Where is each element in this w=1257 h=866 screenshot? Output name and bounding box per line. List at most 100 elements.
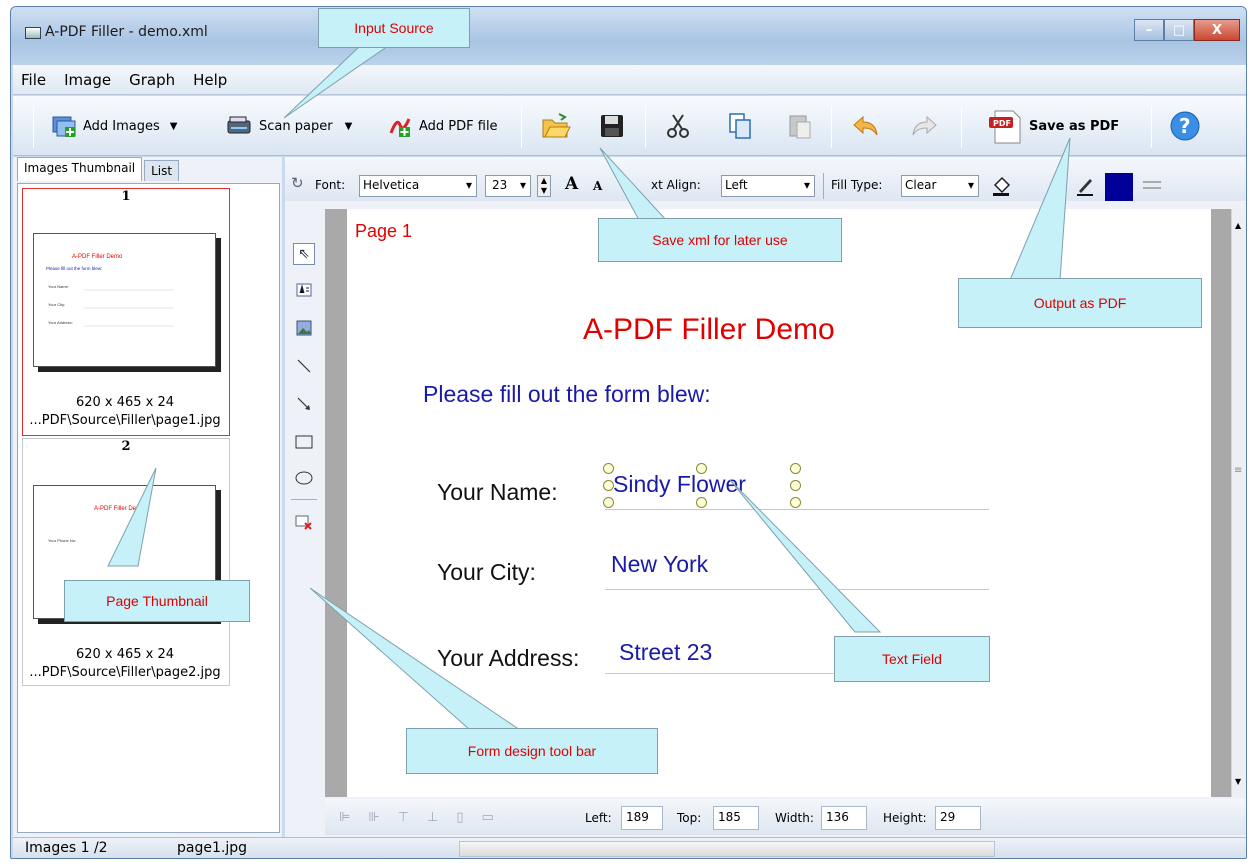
scroll-down-icon[interactable]: ▼ [1235, 777, 1241, 786]
city-field-underline [605, 589, 989, 590]
select-pointer-tool[interactable]: ⇖ [293, 243, 315, 265]
cut-button[interactable] [665, 96, 691, 156]
resize-handle[interactable] [696, 463, 707, 474]
name-text-field[interactable]: Sindy Flower [613, 471, 746, 498]
help-button[interactable]: ? [1169, 96, 1201, 156]
copy-button[interactable] [727, 96, 753, 156]
page-label: Page 1 [355, 221, 413, 241]
svg-text:Your Name:: Your Name: [48, 284, 69, 289]
scroll-up-icon[interactable]: ▲ [1235, 221, 1241, 230]
close-button[interactable]: X [1194, 19, 1240, 41]
scanner-icon [227, 116, 251, 134]
rectangle-tool[interactable] [293, 431, 315, 453]
delete-tool[interactable] [293, 511, 315, 533]
redo-button[interactable] [909, 96, 939, 156]
page-instruction: Please fill out the form blew: [423, 381, 711, 407]
scroll-grip-icon[interactable]: ≡ [1234, 465, 1242, 476]
font-label: Font: [315, 178, 346, 192]
line-style-icon[interactable] [1143, 181, 1161, 189]
resize-handle[interactable] [696, 497, 707, 508]
rotate-icon[interactable]: ↻ [291, 174, 304, 192]
svg-text:Your Address:: Your Address: [48, 320, 73, 325]
width-label: Width: [775, 811, 814, 825]
scan-paper-dropdown-icon[interactable]: ▼ [345, 121, 353, 132]
callout-page-thumbnail: Page Thumbnail [64, 580, 250, 622]
svg-text:PDF: PDF [993, 119, 1011, 128]
align-top-icon[interactable]: ⊤ [398, 810, 409, 825]
text-align-select[interactable]: Left [721, 175, 815, 197]
resize-handle[interactable] [790, 463, 801, 474]
left-input[interactable]: 189 [621, 806, 663, 830]
page-title: A-PDF Filler Demo [583, 313, 835, 346]
menu-help[interactable]: Help [191, 69, 229, 91]
thumbnail-number: 1 [121, 189, 131, 204]
menu-graph[interactable]: Graph [127, 69, 177, 91]
menu-image[interactable]: Image [62, 69, 113, 91]
city-text-field[interactable]: New York [611, 551, 708, 578]
add-images-dropdown-icon[interactable]: ▼ [170, 121, 178, 132]
maximize-button[interactable]: □ [1164, 19, 1194, 41]
save-button[interactable] [599, 96, 625, 156]
help-icon: ? [1170, 111, 1200, 141]
same-width-icon[interactable]: ▭ [481, 810, 493, 825]
menu-file[interactable]: File [19, 69, 48, 91]
undo-icon [853, 115, 878, 136]
tool-separator [291, 499, 317, 500]
tab-images-thumbnail[interactable]: Images Thumbnail [17, 157, 143, 181]
app-icon [25, 27, 41, 39]
grow-font-button[interactable]: A [565, 174, 578, 194]
resize-handle[interactable] [790, 480, 801, 491]
pen-color-icon[interactable] [1075, 175, 1095, 197]
resize-handle[interactable] [790, 497, 801, 508]
svg-text:Your City:: Your City: [48, 302, 65, 307]
address-field-label: Your Address: [437, 645, 580, 671]
resize-handle[interactable] [603, 497, 614, 508]
add-pdf-label: Add PDF file [419, 118, 498, 134]
fill-type-value: Clear [905, 178, 937, 192]
text-align-value: Left [725, 178, 748, 192]
minimize-button[interactable]: – [1134, 19, 1164, 41]
fill-bucket-icon[interactable] [991, 175, 1011, 197]
align-right-icon[interactable]: ⊪ [368, 810, 379, 825]
paste-button[interactable] [787, 96, 813, 156]
thumbnail-item[interactable]: 2 A-PDF Filler Demo Your Phone No: 620 x… [22, 438, 230, 686]
city-field-label: Your City: [437, 559, 536, 585]
text-align-label: xt Align: [651, 178, 701, 192]
top-input[interactable]: 185 [713, 806, 759, 830]
arrow-tool[interactable] [293, 393, 315, 415]
ellipse-tool[interactable] [293, 467, 315, 489]
height-input[interactable]: 29 [935, 806, 981, 830]
address-text-field[interactable]: Street 23 [619, 639, 712, 666]
left-panel: Images Thumbnail List 1 A-PDF Filler Dem… [13, 157, 282, 837]
scan-paper-button[interactable]: Scan paper ▼ [225, 96, 352, 156]
text-field-tool[interactable] [293, 279, 315, 301]
name-field-label: Your Name: [437, 479, 558, 505]
font-select[interactable]: Helvetica [359, 175, 477, 197]
fill-type-select[interactable]: Clear [901, 175, 979, 197]
fill-color-swatch[interactable] [1105, 173, 1133, 201]
callout-input-source: Input Source [318, 8, 470, 48]
top-label: Top: [677, 811, 702, 825]
width-input[interactable]: 136 [821, 806, 867, 830]
align-left-icon[interactable]: ⊫ [339, 810, 350, 825]
save-as-pdf-button[interactable]: PDF Save as PDF [987, 96, 1119, 156]
tab-list[interactable]: List [144, 160, 180, 181]
paste-icon [789, 115, 811, 139]
status-progress-bar [459, 841, 995, 857]
thumbnail-list: 1 A-PDF Filler Demo Please fill out the … [17, 183, 280, 833]
add-images-button[interactable]: Add Images ▼ [51, 96, 178, 156]
vertical-scrollbar[interactable]: ▲ ≡ ▼ [1231, 209, 1246, 797]
image-tool[interactable] [293, 317, 315, 339]
undo-button[interactable] [851, 96, 881, 156]
same-height-icon[interactable]: ▯ [456, 810, 463, 825]
font-size-spinner[interactable]: ▲ ▼ [537, 175, 551, 197]
font-size-input[interactable]: 23 [485, 175, 531, 197]
align-bottom-icon[interactable]: ⊥ [427, 810, 438, 825]
add-pdf-button[interactable]: Add PDF file [387, 96, 498, 156]
shrink-font-button[interactable]: A [593, 179, 602, 193]
resize-handle[interactable] [603, 463, 614, 474]
resize-handle[interactable] [603, 480, 614, 491]
line-tool[interactable] [293, 355, 315, 377]
open-button[interactable] [541, 96, 571, 156]
thumbnail-item[interactable]: 1 A-PDF Filler Demo Please fill out the … [22, 188, 230, 436]
